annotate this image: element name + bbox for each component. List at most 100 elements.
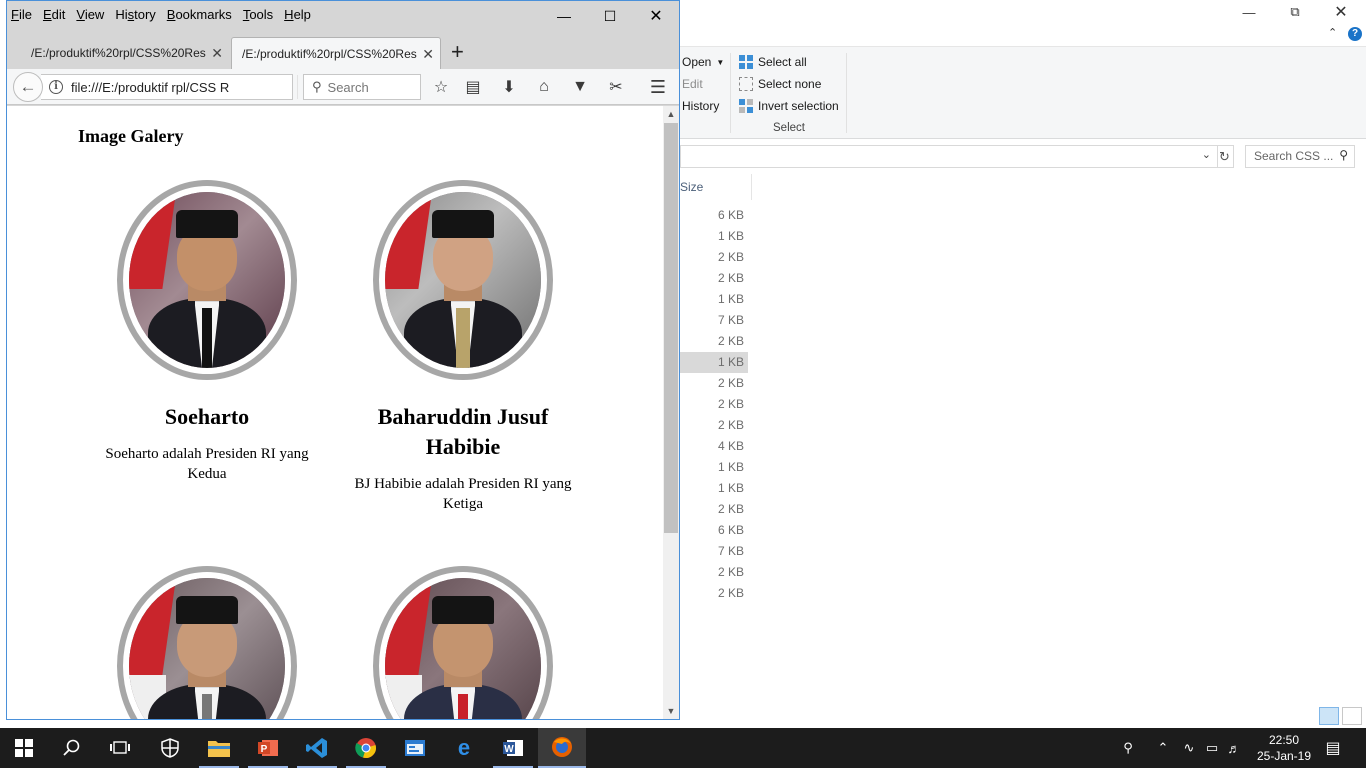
- scrollbar-thumb[interactable]: [664, 123, 678, 533]
- card-title: Soeharto: [164, 404, 250, 429]
- edit-button[interactable]: Edit: [682, 77, 703, 91]
- file-row-size[interactable]: 6 KB: [680, 520, 748, 541]
- info-icon[interactable]: i: [49, 80, 63, 94]
- action-center-icon[interactable]: ▤: [1320, 728, 1346, 768]
- vertical-scrollbar[interactable]: ▲ ▼: [663, 106, 679, 719]
- invert-selection-icon: [739, 99, 753, 113]
- show-hidden-icons-icon[interactable]: ⌃: [1152, 728, 1174, 768]
- screenshot-icon[interactable]: ✂: [603, 75, 629, 99]
- home-icon[interactable]: ⌂: [531, 75, 557, 99]
- pocket-icon[interactable]: ▼: [567, 75, 593, 99]
- menu-edit[interactable]: Edit: [43, 7, 65, 22]
- file-row-size[interactable]: 1 KB: [680, 457, 748, 478]
- file-row-size[interactable]: 2 KB: [680, 373, 748, 394]
- system-clock[interactable]: 22:50 25-Jan-19: [1246, 732, 1322, 764]
- open-button[interactable]: Open ▼: [682, 55, 724, 69]
- file-row-size[interactable]: 6 KB: [680, 205, 748, 226]
- close-tab-icon[interactable]: ✕: [422, 46, 434, 63]
- back-button[interactable]: ←: [13, 72, 43, 102]
- size-column-header[interactable]: Size: [680, 174, 752, 200]
- explorer-refresh-icon[interactable]: ↻: [1216, 145, 1234, 168]
- menu-view[interactable]: View: [76, 7, 104, 22]
- start-button[interactable]: [0, 728, 48, 768]
- help-icon[interactable]: ?: [1348, 27, 1362, 41]
- task-view-button[interactable]: [96, 728, 144, 768]
- taskbar-powerpoint[interactable]: P: [244, 728, 292, 768]
- file-row-size[interactable]: 2 KB: [680, 394, 748, 415]
- large-icons-view-button[interactable]: [1342, 707, 1362, 725]
- file-row-size[interactable]: 1 KB: [680, 478, 748, 499]
- history-button[interactable]: History: [682, 99, 719, 113]
- firefox-close-button[interactable]: ✕: [633, 1, 679, 31]
- explorer-close-button[interactable]: ✕: [1318, 0, 1364, 24]
- explorer-ribbon: Open ▼ Edit History Select all Select no…: [680, 46, 1366, 139]
- volume-icon[interactable]: ♬: [1224, 728, 1244, 768]
- search-button[interactable]: [48, 728, 96, 768]
- shield-icon: [161, 738, 179, 758]
- taskbar-edge[interactable]: e: [440, 728, 488, 768]
- vscode-icon: [306, 738, 327, 758]
- menu-tools[interactable]: Tools: [243, 7, 273, 22]
- file-row-size[interactable]: 2 KB: [680, 247, 748, 268]
- bookmark-star-icon[interactable]: ☆: [428, 75, 454, 99]
- scroll-up-icon[interactable]: ▲: [663, 106, 679, 122]
- hamburger-menu-icon[interactable]: ☰: [645, 75, 671, 99]
- url-bar[interactable]: i file:///E:/produktif rpl/CSS R ↻: [41, 74, 319, 100]
- scroll-down-icon[interactable]: ▼: [663, 703, 679, 719]
- file-row-size[interactable]: 7 KB: [680, 310, 748, 331]
- tab-active[interactable]: /E:/produktif%20rpl/CSS%20Res ✕: [231, 37, 441, 69]
- close-tab-icon[interactable]: ✕: [211, 45, 223, 62]
- file-row-size[interactable]: 1 KB: [680, 226, 748, 247]
- file-row-size[interactable]: 2 KB: [680, 268, 748, 289]
- battery-icon[interactable]: ▭: [1201, 728, 1223, 768]
- menu-history[interactable]: History: [115, 7, 155, 22]
- taskbar-file-explorer[interactable]: [195, 728, 243, 768]
- search-bar[interactable]: ⚲ Search: [303, 74, 421, 100]
- wifi-icon[interactable]: ∿: [1178, 728, 1200, 768]
- downloads-icon[interactable]: ⬇: [496, 75, 522, 99]
- explorer-minimize-button[interactable]: —: [1226, 0, 1272, 24]
- firefox-maximize-button[interactable]: ☐: [587, 1, 633, 31]
- file-row-size[interactable]: 2 KB: [680, 415, 748, 436]
- firefox-minimize-button[interactable]: —: [541, 1, 587, 31]
- taskbar-word[interactable]: W: [489, 728, 537, 768]
- gallery-card: [343, 566, 583, 719]
- file-row-size[interactable]: 4 KB: [680, 436, 748, 457]
- taskbar-vscode[interactable]: [293, 728, 341, 768]
- windows-taskbar: P e W ⚲ ⌃ ∿ ▭ ♬ 22:50 25-Jan-19 ▤: [0, 728, 1366, 768]
- invert-selection-button[interactable]: Invert selection: [739, 99, 839, 113]
- file-row-size[interactable]: 7 KB: [680, 541, 748, 562]
- search-icon: ⚲: [312, 79, 322, 94]
- select-none-button[interactable]: Select none: [739, 77, 821, 91]
- file-row-size[interactable]: 2 KB: [680, 583, 748, 604]
- explorer-search-input[interactable]: Search CSS ... ⚲: [1245, 145, 1355, 168]
- file-row-size[interactable]: 2 KB: [680, 499, 748, 520]
- people-icon[interactable]: ⚲: [1116, 728, 1140, 768]
- reading-list-icon[interactable]: ▤: [460, 75, 486, 99]
- tab-inactive[interactable]: /E:/produktif%20rpl/CSS%20Res ✕: [7, 37, 229, 69]
- explorer-restore-button[interactable]: ⧉: [1272, 0, 1318, 24]
- gallery-card: Soeharto Soeharto adalah Presiden RI yan…: [87, 180, 327, 484]
- menu-file[interactable]: File: [11, 7, 32, 22]
- file-row-size[interactable]: 1 KB: [680, 352, 748, 373]
- chrome-icon: [355, 738, 376, 758]
- file-row-size[interactable]: 2 KB: [680, 562, 748, 583]
- details-view-button[interactable]: [1319, 707, 1339, 725]
- menu-help[interactable]: Help: [284, 7, 311, 22]
- ribbon-separator: [846, 53, 847, 133]
- file-row-size[interactable]: 1 KB: [680, 289, 748, 310]
- firefox-icon: [552, 737, 572, 757]
- taskbar-chrome[interactable]: [342, 728, 390, 768]
- ribbon-collapse-icon[interactable]: ⌃: [1328, 26, 1337, 39]
- new-tab-button[interactable]: +: [451, 39, 464, 65]
- explorer-address-bar[interactable]: ⌄: [680, 145, 1218, 168]
- chevron-down-icon[interactable]: ⌄: [1202, 148, 1211, 161]
- select-all-button[interactable]: Select all: [739, 55, 807, 69]
- taskbar-app-window[interactable]: [391, 728, 439, 768]
- card-description: BJ Habibie adalah Presiden RI yang Ketig…: [354, 476, 572, 512]
- firefox-window: File Edit View History Bookmarks Tools Help — …: [6, 0, 680, 720]
- file-row-size[interactable]: 2 KB: [680, 331, 748, 352]
- menu-bookmarks[interactable]: Bookmarks: [167, 7, 232, 22]
- taskbar-firefox[interactable]: [538, 728, 586, 768]
- taskbar-security-app[interactable]: [146, 728, 194, 768]
